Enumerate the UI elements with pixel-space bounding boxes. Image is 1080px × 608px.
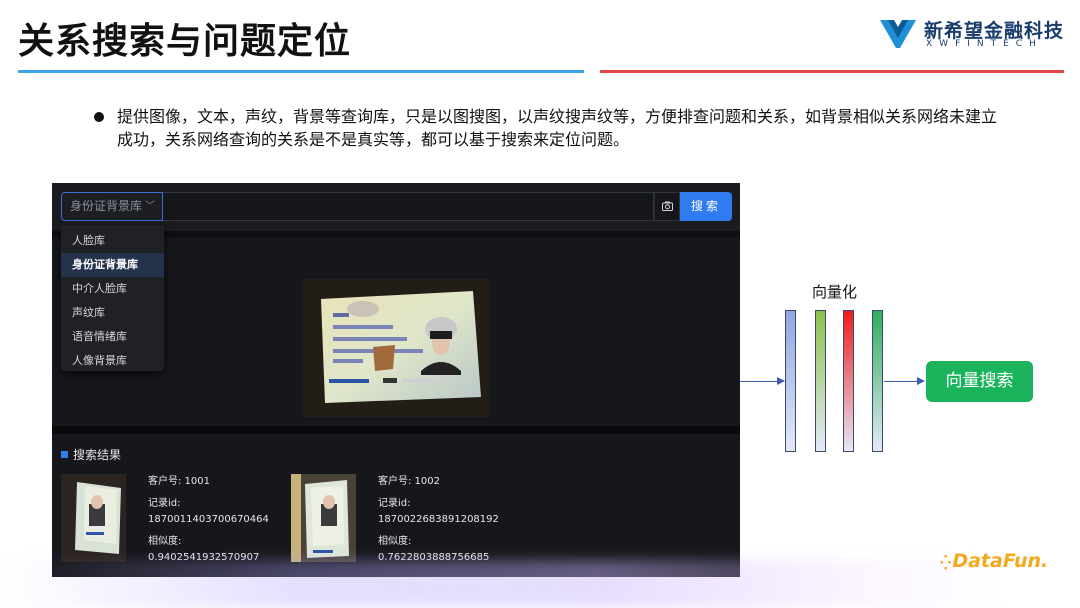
- vector-search-box: 向量搜索: [926, 361, 1033, 402]
- search-app-screenshot: 身份证背景库 ﹀ 搜索 人脸库 身份证背景库 中介人脸库 声纹库 语音情绪库 人…: [52, 183, 740, 577]
- query-id-card-image: [303, 279, 489, 417]
- library-select[interactable]: 身份证背景库 ﹀: [61, 192, 163, 221]
- image-search-button[interactable]: [654, 192, 680, 221]
- vectorize-label: 向量化: [812, 283, 858, 301]
- vector-bar: [872, 310, 883, 452]
- library-dropdown-menu: 人脸库 身份证背景库 中介人脸库 声纹库 语音情绪库 人像背景库: [61, 225, 164, 371]
- dropdown-option-agent-face-library[interactable]: 中介人脸库: [61, 277, 164, 301]
- id-card-photo: [303, 279, 489, 417]
- section-divider: [52, 426, 740, 434]
- result-customer: 客户号: 1002: [378, 476, 440, 487]
- dropdown-option-voiceprint-library[interactable]: 声纹库: [61, 301, 164, 325]
- dropdown-option-face-library[interactable]: 人脸库: [61, 229, 164, 253]
- result-thumbnail[interactable]: [61, 474, 126, 562]
- vector-bar: [815, 310, 826, 452]
- result-item-1: 客户号: 1001 记录id: 1870011403700670464 相似度:…: [148, 474, 269, 566]
- vector-bar: [785, 310, 796, 452]
- decorative-glow: [0, 560, 1000, 608]
- dropdown-option-voice-emotion-library[interactable]: 语音情绪库: [61, 325, 164, 349]
- result-record-id: 1870011403700670464: [148, 514, 269, 525]
- dropdown-option-portrait-background-library[interactable]: 人像背景库: [61, 349, 164, 373]
- result-record-id: 1870022683891208192: [378, 514, 499, 525]
- library-select-value: 身份证背景库: [70, 199, 143, 213]
- vector-bar: [843, 310, 854, 452]
- xw-logo-icon: [880, 20, 916, 48]
- result-similarity-label: 相似度:: [378, 536, 412, 547]
- square-bullet-icon: [61, 451, 68, 458]
- results-title: 搜索结果: [61, 446, 121, 463]
- chevron-down-icon: ﹀: [145, 201, 155, 212]
- camera-icon: [661, 201, 673, 211]
- result-record-label: 记录id:: [148, 498, 181, 509]
- datafun-dots-icon: ⁛: [940, 556, 952, 571]
- search-input[interactable]: [163, 192, 654, 221]
- result-photo: [61, 474, 126, 562]
- title-underline-red: [600, 70, 1064, 73]
- title-underline-blue: [18, 70, 584, 73]
- result-customer: 客户号: 1001: [148, 476, 210, 487]
- arrow-to-vectors: [740, 381, 778, 382]
- company-logo: 新希望金融科技 XWFINTECH: [878, 14, 1068, 54]
- bullet-dot: [94, 112, 104, 122]
- search-results-panel: 搜索结果 客户号: 1001 记录id: 1870011403700670464…: [52, 434, 740, 577]
- result-item-2: 客户号: 1002 记录id: 1870022683891208192 相似度:…: [378, 474, 499, 566]
- search-button[interactable]: 搜索: [680, 192, 732, 221]
- arrow-head-icon: [777, 377, 785, 385]
- dropdown-option-id-background-library[interactable]: 身份证背景库: [61, 253, 164, 277]
- datafun-brand: ⁛DataFun.: [940, 550, 1049, 572]
- result-record-label: 记录id:: [378, 498, 411, 509]
- search-toolbar: 身份证背景库 ﹀ 搜索: [52, 183, 740, 231]
- logo-name-en: XWFINTECH: [926, 39, 1043, 49]
- result-thumbnail[interactable]: [291, 474, 356, 562]
- result-photo: [291, 474, 356, 562]
- slide-description: 提供图像，文本，声纹，背景等查询库，只是以图搜图，以声纹搜声纹等，方便排查问题和…: [117, 107, 998, 149]
- result-similarity-label: 相似度:: [148, 536, 182, 547]
- arrow-head-icon: [917, 377, 925, 385]
- arrow-to-vector-search: [884, 381, 918, 382]
- slide-title: 关系搜索与问题定位: [18, 21, 352, 62]
